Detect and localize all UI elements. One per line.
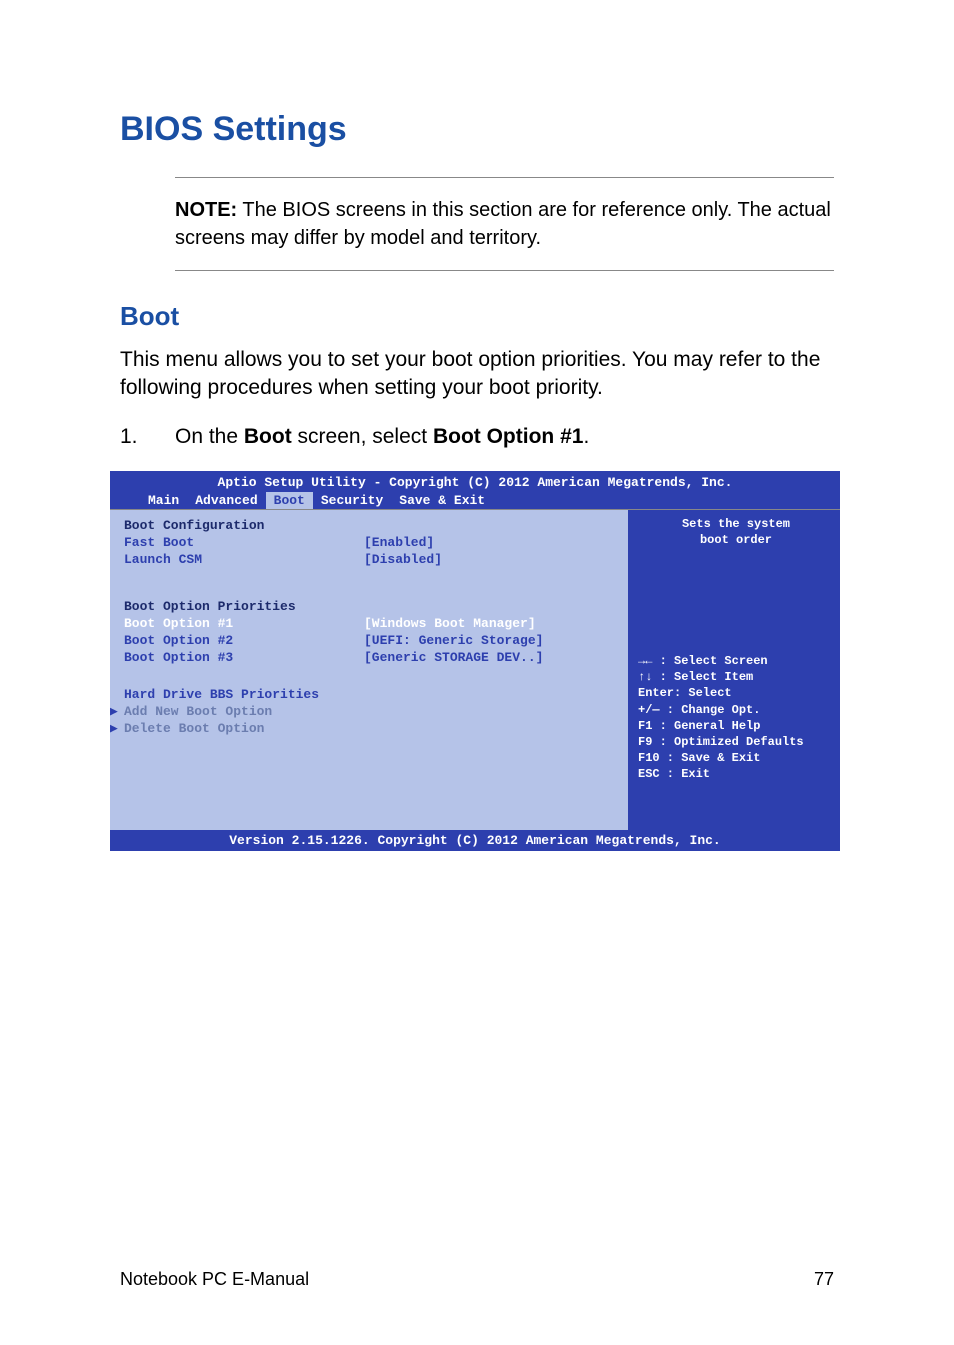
bios-boot-config-heading: Boot Configuration bbox=[124, 518, 616, 533]
step-pre: On the bbox=[175, 425, 244, 448]
intro-paragraph: This menu allows you to set your boot op… bbox=[120, 346, 834, 403]
step-1: 1. On the Boot screen, select Boot Optio… bbox=[120, 425, 834, 449]
note-label: NOTE: bbox=[175, 199, 237, 221]
footer-left: Notebook PC E-Manual bbox=[120, 1269, 309, 1290]
bios-delete-label: Delete Boot Option bbox=[124, 721, 264, 736]
bios-boot-opt3-label: Boot Option #3 bbox=[124, 650, 364, 665]
bios-launch-csm[interactable]: Launch CSM [Disabled] bbox=[124, 552, 616, 567]
bios-help-top2: boot order bbox=[638, 532, 834, 548]
bios-help-line-3: +/— : Change Opt. bbox=[638, 702, 834, 718]
bios-tab-main[interactable]: Main bbox=[140, 492, 187, 509]
bios-launch-csm-value: [Disabled] bbox=[364, 552, 442, 567]
step-bold-2: Boot Option #1 bbox=[433, 425, 584, 448]
bios-footer: Version 2.15.1226. Copyright (C) 2012 Am… bbox=[110, 830, 840, 851]
page-footer: Notebook PC E-Manual 77 bbox=[120, 1269, 834, 1290]
bios-delete-boot-option[interactable]: ▶ Delete Boot Option bbox=[124, 721, 616, 736]
bios-boot-opt3-value: [Generic STORAGE DEV..] bbox=[364, 650, 543, 665]
step-number: 1. bbox=[120, 425, 175, 449]
step-text: On the Boot screen, select Boot Option #… bbox=[175, 425, 834, 449]
section-heading-boot: Boot bbox=[120, 301, 834, 332]
bios-hdd-bbs-label: Hard Drive BBS Priorities bbox=[124, 687, 319, 702]
footer-page-number: 77 bbox=[814, 1269, 834, 1290]
bios-help-line-5: F9 : Optimized Defaults bbox=[638, 734, 834, 750]
bios-header-text: Aptio Setup Utility - Copyright (C) 2012… bbox=[110, 475, 840, 490]
bios-boot-option-1[interactable]: Boot Option #1 [Windows Boot Manager] bbox=[124, 616, 616, 631]
bios-help-line-4: F1 : General Help bbox=[638, 718, 834, 734]
bios-left-pane: Boot Configuration Fast Boot [Enabled] L… bbox=[110, 510, 630, 830]
bios-header: Aptio Setup Utility - Copyright (C) 2012… bbox=[110, 471, 840, 509]
bios-help-top1: Sets the system bbox=[638, 516, 834, 532]
bios-help-line-6: F10 : Save & Exit bbox=[638, 750, 834, 766]
bios-help-line-0: →← : Select Screen bbox=[638, 653, 834, 669]
page-title: BIOS Settings bbox=[120, 110, 834, 149]
bios-boot-opt1-label: Boot Option #1 bbox=[124, 616, 364, 631]
bios-tab-save-exit[interactable]: Save & Exit bbox=[391, 492, 493, 509]
step-post: . bbox=[583, 425, 589, 448]
bios-boot-opt1-value: [Windows Boot Manager] bbox=[364, 616, 536, 631]
bios-priorities-heading: Boot Option Priorities bbox=[124, 599, 616, 614]
step-mid: screen, select bbox=[292, 425, 433, 448]
triangle-right-icon: ▶ bbox=[110, 721, 118, 736]
note-text: The BIOS screens in this section are for… bbox=[175, 199, 831, 249]
bios-fast-boot-value: [Enabled] bbox=[364, 535, 434, 550]
bios-help-line-7: ESC : Exit bbox=[638, 766, 834, 782]
note-box: NOTE: The BIOS screens in this section a… bbox=[175, 177, 834, 271]
bios-launch-csm-label: Launch CSM bbox=[124, 552, 364, 567]
bios-hdd-bbs[interactable]: Hard Drive BBS Priorities bbox=[124, 687, 616, 702]
bios-tabs: Main Advanced Boot Security Save & Exit bbox=[110, 492, 840, 509]
bios-fast-boot[interactable]: Fast Boot [Enabled] bbox=[124, 535, 616, 550]
bios-fast-boot-label: Fast Boot bbox=[124, 535, 364, 550]
bios-tab-security[interactable]: Security bbox=[313, 492, 391, 509]
bios-body: Boot Configuration Fast Boot [Enabled] L… bbox=[110, 509, 840, 830]
bios-help-line-2: Enter: Select bbox=[638, 685, 834, 701]
bios-boot-option-2[interactable]: Boot Option #2 [UEFI: Generic Storage] bbox=[124, 633, 616, 648]
bios-tab-advanced[interactable]: Advanced bbox=[187, 492, 265, 509]
bios-add-label: Add New Boot Option bbox=[124, 704, 272, 719]
step-bold-1: Boot bbox=[244, 425, 292, 448]
bios-add-boot-option[interactable]: ▶ Add New Boot Option bbox=[124, 704, 616, 719]
bios-help-line-1: ↑↓ : Select Item bbox=[638, 669, 834, 685]
bios-panel: Aptio Setup Utility - Copyright (C) 2012… bbox=[110, 471, 840, 851]
bios-tab-boot[interactable]: Boot bbox=[266, 492, 313, 509]
bios-boot-option-3[interactable]: Boot Option #3 [Generic STORAGE DEV..] bbox=[124, 650, 616, 665]
bios-boot-opt2-label: Boot Option #2 bbox=[124, 633, 364, 648]
triangle-right-icon: ▶ bbox=[110, 704, 118, 719]
bios-help-pane: Sets the system boot order →← : Select S… bbox=[630, 510, 840, 830]
bios-boot-opt2-value: [UEFI: Generic Storage] bbox=[364, 633, 543, 648]
